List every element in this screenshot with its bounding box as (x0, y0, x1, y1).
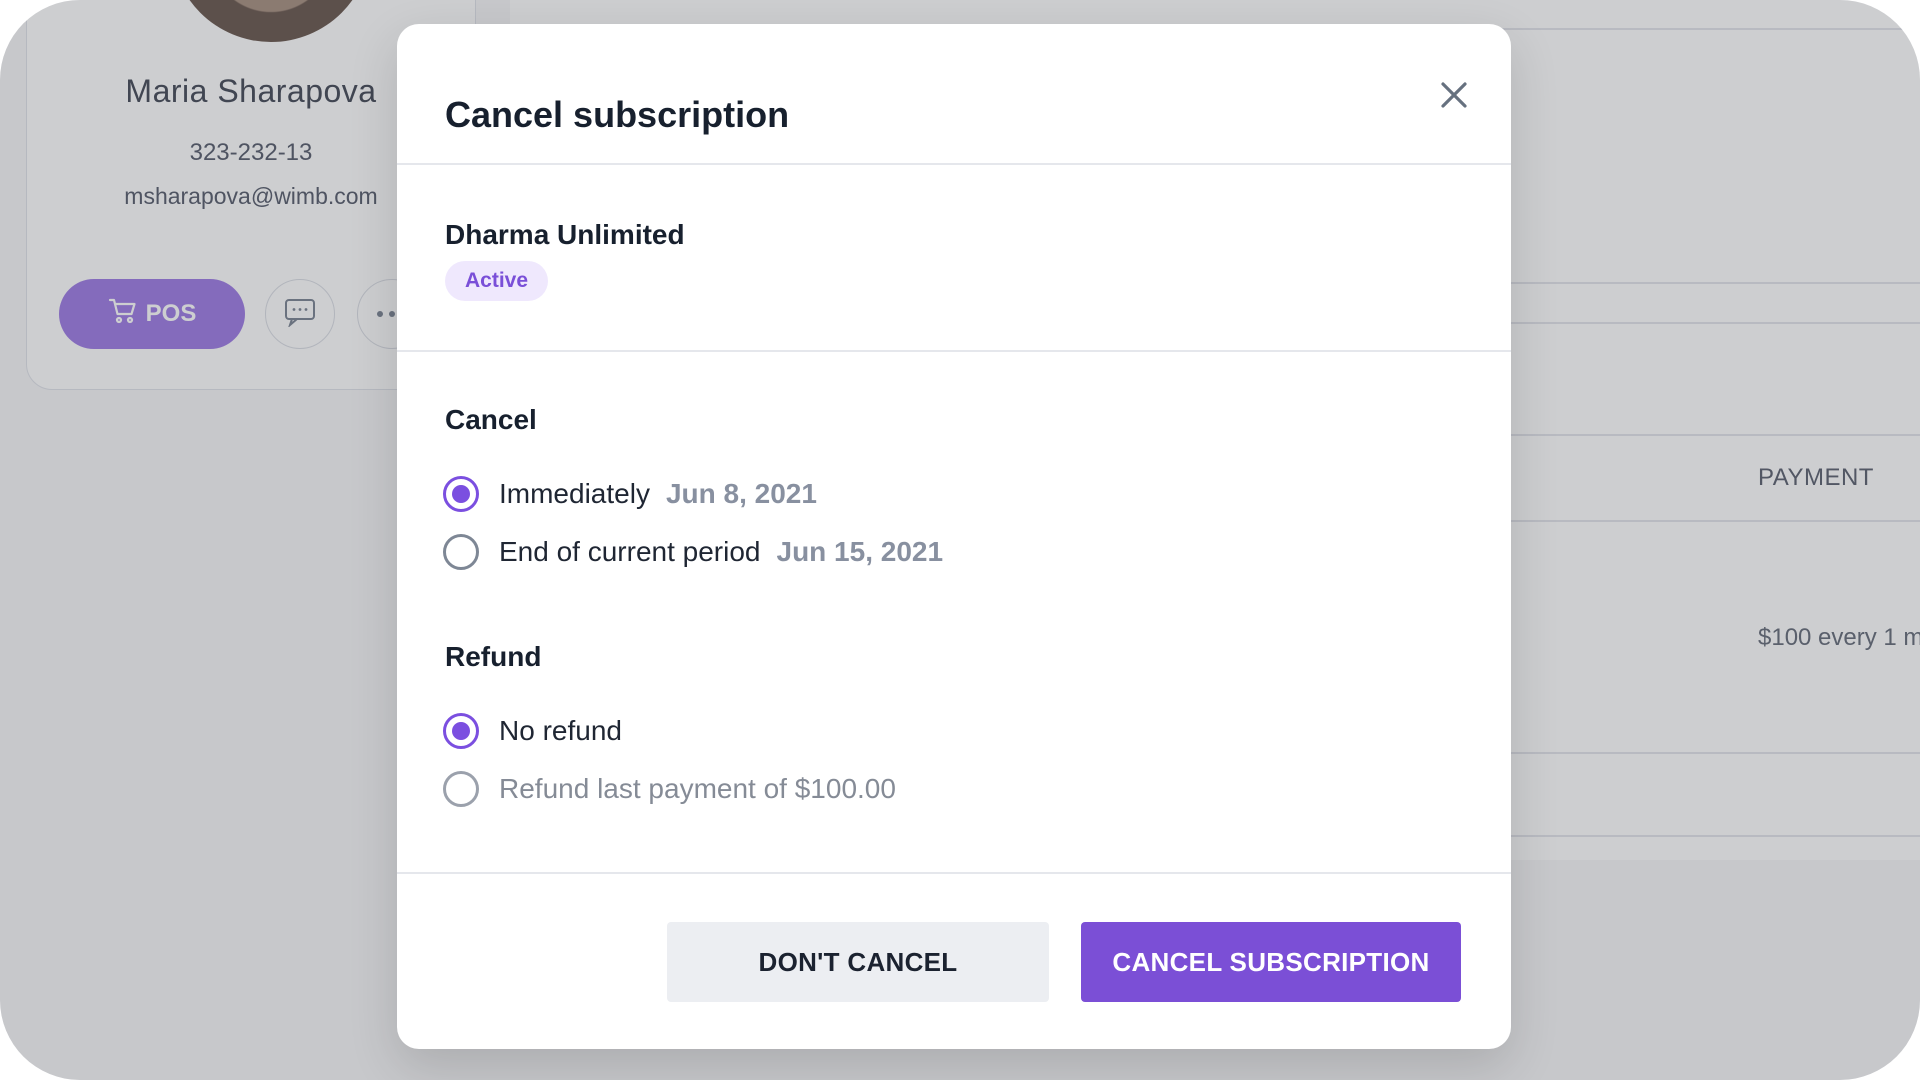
app-frame: PAYMENT $100 every 1 m Maria Sharapova 3… (0, 0, 1920, 1080)
refund-section-label: Refund (445, 641, 542, 672)
option-label: Refund last payment of $100.00 (499, 773, 896, 804)
cancel-subscription-dialog: Cancel subscription Dharma Unlimited Act… (397, 24, 1511, 1049)
cancel-end-of-period-option[interactable]: End of current period Jun 15, 2021 (443, 532, 943, 572)
radio-button[interactable] (443, 771, 479, 807)
status-badge: Active (445, 261, 549, 301)
radio-button[interactable] (443, 534, 479, 570)
cancel-section-label: Cancel (445, 404, 537, 435)
subscription-name: Dharma Unlimited (445, 219, 685, 250)
option-label: Immediately (499, 478, 650, 509)
close-icon (1440, 81, 1468, 114)
option-date: Jun 15, 2021 (776, 536, 944, 567)
cancel-immediately-option[interactable]: Immediately Jun 8, 2021 (443, 474, 817, 514)
header-divider (397, 163, 1511, 165)
option-date: Jun 8, 2021 (665, 478, 817, 509)
close-button[interactable] (1431, 74, 1477, 120)
option-label: End of current period (499, 536, 761, 567)
cancel-subscription-button[interactable]: CANCEL SUBSCRIPTION (1081, 922, 1461, 1002)
dialog-title: Cancel subscription (445, 94, 790, 135)
radio-button[interactable] (443, 713, 479, 749)
refund-last-payment-option[interactable]: Refund last payment of $100.00 (443, 769, 896, 809)
section-divider (397, 350, 1511, 352)
footer-divider (397, 872, 1511, 874)
no-refund-option[interactable]: No refund (443, 711, 622, 751)
dont-cancel-button[interactable]: DON'T CANCEL (667, 922, 1049, 1002)
option-label: No refund (499, 715, 622, 746)
radio-button[interactable] (443, 476, 479, 512)
